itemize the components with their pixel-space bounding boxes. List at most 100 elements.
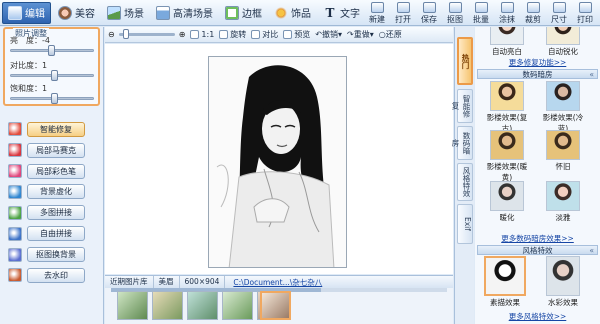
collapse-icon[interactable]: « (589, 246, 594, 255)
color-pen-button[interactable]: 局部彩色笔 (27, 163, 85, 179)
rotate-button[interactable]: 旋转 (219, 29, 246, 40)
filmstrip (105, 288, 453, 324)
film-thumb[interactable] (222, 291, 253, 320)
tab-text[interactable]: T 文字 (318, 2, 365, 24)
brightness-row: 亮 度：-4 (10, 35, 96, 56)
open-button[interactable]: 打开 (390, 1, 416, 25)
tab-beauty-album[interactable]: 美眉 (154, 276, 180, 288)
compare-button[interactable]: 对比 (251, 29, 278, 40)
effect-thumbnail (546, 256, 580, 296)
brightness-slider-handle[interactable] (48, 45, 56, 56)
fn-watermark: 去水印 (4, 265, 100, 286)
mosaic-icon (8, 143, 22, 158)
tab-style-effects[interactable]: 风格特效 (457, 163, 473, 201)
effect-elegant[interactable]: 淡雅 (539, 181, 587, 223)
zoom-slider[interactable] (118, 29, 175, 39)
tab-beauty[interactable]: 美容 (53, 2, 100, 24)
capture-button[interactable]: 抠图 (442, 1, 468, 25)
zoom-in-icon[interactable]: ⊕ (179, 30, 186, 39)
tab-edit[interactable]: 编辑 (2, 1, 51, 24)
effect-thumbnail (490, 181, 524, 211)
save-button[interactable]: 保存 (416, 1, 442, 25)
resize-icon (552, 2, 566, 13)
more-style-link[interactable]: 更多风格特效>> (475, 311, 600, 322)
effect-auto-whiten[interactable]: 自动亮白 (483, 27, 531, 57)
crop-icon (526, 2, 540, 13)
free-stitch-button[interactable]: 自由拼接 (27, 226, 85, 242)
cutout-button[interactable]: 抠图换背景 (27, 247, 85, 263)
tab-hot[interactable]: 热门 (457, 37, 473, 85)
collapse-icon[interactable]: « (589, 70, 594, 79)
multi-stitch-button[interactable]: 多图拼接 (27, 205, 85, 221)
chevron-down-icon: ▾ (369, 30, 374, 39)
saturation-slider[interactable] (10, 93, 94, 104)
zoom-slider-handle[interactable] (122, 29, 129, 39)
tab-decoration[interactable]: 饰品 (269, 2, 316, 24)
size-button[interactable]: 尺寸 (546, 1, 572, 25)
mosaic-button[interactable]: 局部马赛克 (27, 142, 85, 158)
tab-smart-repair[interactable]: 智能修复 (451, 89, 473, 123)
zoom-out-icon[interactable]: ⊖ (108, 30, 115, 39)
sketch-portrait (209, 57, 346, 267)
film-thumb[interactable] (117, 291, 148, 320)
tab-scene[interactable]: 场景 (102, 2, 149, 24)
effect-studio-warm-yellow[interactable]: 影楼效果(暖黄) (483, 130, 531, 183)
effect-auto-sharpen[interactable]: 自动锐化 (539, 27, 587, 57)
cutout-icon (8, 247, 22, 262)
edit-icon (8, 5, 22, 20)
effect-watercolor[interactable]: 水彩效果 (539, 256, 587, 308)
more-repair-link[interactable]: 更多修复功能>> (475, 57, 600, 68)
tab-recent-images[interactable]: 近期图片库 (105, 276, 154, 288)
style-effects-header[interactable]: 风格特效 « (477, 245, 598, 255)
compare-icon (251, 30, 261, 39)
effect-nostalgia[interactable]: 怀旧 (539, 130, 587, 172)
tab-frame[interactable]: 边框 (220, 2, 267, 24)
film-thumb[interactable] (152, 291, 183, 320)
redo-icon: ↷ (347, 30, 354, 39)
fit-icon (190, 30, 200, 39)
tab-exif[interactable]: Exif (457, 204, 473, 244)
saturation-slider-handle[interactable] (50, 93, 58, 104)
saturation-row: 饱和度：1 (10, 83, 96, 104)
folder-path-link[interactable]: C:\Document...\杂七杂八 (233, 277, 322, 288)
preview-button[interactable]: 预览 (283, 29, 310, 40)
file-tools: 新建 打开 保存 抠图 批量 涂抹 裁剪 尺寸 打印 (364, 1, 598, 25)
undo-button[interactable]: ↶ 撤销 ▾ (315, 29, 342, 40)
film-thumb-selected[interactable] (260, 291, 291, 320)
decoration-icon (274, 5, 288, 20)
darkroom-header[interactable]: 数码暗房 « (477, 69, 598, 79)
smart-repair-button[interactable]: 智能修复 (27, 121, 85, 137)
saturation-value: 1 (42, 84, 48, 93)
effect-thumbnail (546, 27, 580, 45)
photo-adjust-box: 照片调整 亮 度：-4 对比度：1 饱和度：1 (3, 27, 100, 106)
effect-thumbnail (546, 130, 580, 160)
frame-icon (225, 5, 239, 20)
graffiti-button[interactable]: 涂抹 (494, 1, 520, 25)
more-darkroom-link[interactable]: 更多数码暗房效果>> (475, 233, 600, 244)
brightness-slider[interactable] (10, 45, 94, 56)
crop-button[interactable]: 裁剪 (520, 1, 546, 25)
contrast-slider-handle[interactable] (50, 70, 58, 81)
contrast-slider[interactable] (10, 70, 94, 81)
effect-studio-cool-blue[interactable]: 影楼效果(冷蓝) (539, 81, 587, 134)
effect-warm[interactable]: 暖化 (483, 181, 531, 223)
batch-button[interactable]: 批量 (468, 1, 494, 25)
canvas-toolbar: ⊖ ⊕ 1:1 旋转 对比 预览 ↶ 撤销 ▾ ↷ 重做 ▾ ○ 还原 (105, 27, 453, 43)
photo-canvas[interactable] (208, 56, 347, 268)
effect-sketch[interactable]: 素描效果 (481, 256, 529, 308)
printer-icon (578, 2, 592, 13)
film-thumb[interactable] (187, 291, 218, 320)
redo-button[interactable]: ↷ 重做 ▾ (347, 29, 374, 40)
blur-button[interactable]: 背景虚化 (27, 184, 85, 200)
tab-hd-scene[interactable]: 高清场景 (151, 2, 218, 24)
watermark-button[interactable]: 去水印 (27, 267, 85, 283)
fn-multi-stitch: 多图拼接 (4, 203, 100, 224)
print-button[interactable]: 打印 (572, 1, 598, 25)
restore-button[interactable]: ○ 还原 (379, 29, 402, 40)
new-button[interactable]: 新建 (364, 1, 390, 25)
canvas-area[interactable] (105, 44, 453, 274)
tab-darkroom[interactable]: 数码暗房 (451, 126, 473, 160)
zoom-ratio-button[interactable]: 1:1 (190, 30, 214, 39)
function-list: 智能修复 局部马赛克 局部彩色笔 背景虚化 多图拼接 自由拼接 抠图换背景 去水… (4, 119, 100, 286)
effect-studio-retro[interactable]: 影楼效果(复古) (483, 81, 531, 134)
